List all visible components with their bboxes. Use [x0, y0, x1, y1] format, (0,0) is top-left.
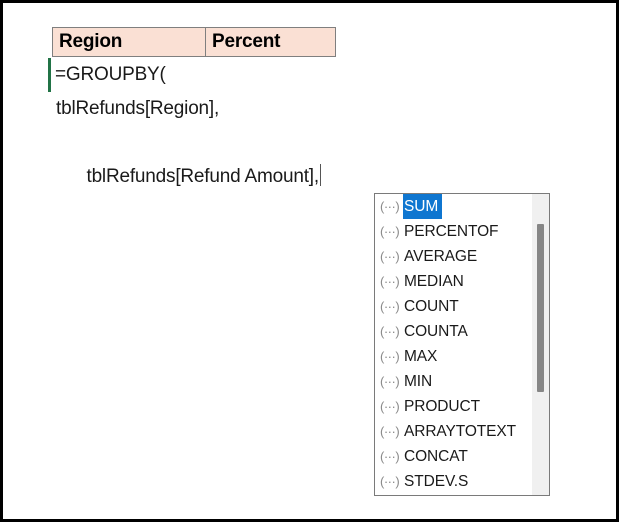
function-icon: (···)	[380, 249, 400, 264]
function-list-item-label: COUNT	[404, 298, 459, 315]
function-icon: (···)	[380, 349, 400, 364]
function-list-item[interactable]: (···) CONCAT	[375, 444, 532, 469]
function-list-item-label: PRODUCT	[404, 398, 480, 415]
formula-line-3: tblRefunds[Refund Amount],	[86, 166, 319, 187]
function-icon: (···)	[380, 424, 400, 439]
function-list-item[interactable]: (···) STDEV.S	[375, 469, 532, 494]
function-list-item-label: CONCAT	[404, 448, 468, 465]
function-icon: (···)	[380, 274, 400, 289]
function-icon: (···)	[380, 199, 400, 214]
function-list-item[interactable]: (···) SUM	[375, 194, 532, 219]
header-cell-percent-label: Percent	[212, 31, 281, 52]
function-icon: (···)	[380, 449, 400, 464]
screenshot-canvas: Region Percent =GROUPBY( tblRefunds[Regi…	[0, 0, 619, 522]
function-list-item-label: AVERAGE	[404, 248, 478, 265]
formula-editor[interactable]: =GROUPBY( tblRefunds[Region], tblRefunds…	[48, 58, 392, 228]
function-icon: (···)	[380, 474, 400, 489]
function-icon: (···)	[380, 324, 400, 339]
function-list-item[interactable]: (···) COUNTA	[375, 319, 532, 344]
function-icon: (···)	[380, 374, 400, 389]
function-list-item[interactable]: (···) AVERAGE	[375, 244, 532, 269]
function-list-item-label: MAX	[404, 348, 438, 365]
function-list-item-label: ARRAYTOTEXT	[404, 423, 517, 440]
function-list-item[interactable]: (···) MIN	[375, 369, 532, 394]
function-autocomplete-popup[interactable]: (···) SUM (···) PERCENTOF (···) AVERAGE (···) M…	[374, 193, 550, 496]
function-list-item[interactable]: (···) MEDIAN	[375, 269, 532, 294]
function-list-item-label: STDEV.S	[404, 473, 469, 490]
formula-line-2: tblRefunds[Region],	[56, 98, 220, 119]
function-icon: (···)	[380, 299, 400, 314]
function-list-item-label: MEDIAN	[404, 273, 464, 290]
function-list-item-label: MIN	[404, 373, 433, 390]
function-icon: (···)	[380, 399, 400, 414]
header-cell-region-label: Region	[59, 31, 123, 52]
function-list-item[interactable]: (···) ARRAYTOTEXT	[375, 419, 532, 444]
function-list-item-label: SUM	[403, 194, 443, 219]
function-list-item[interactable]: (···) PRODUCT	[375, 394, 532, 419]
function-icon: (···)	[380, 224, 400, 239]
function-list-item-label: PERCENTOF	[404, 223, 499, 240]
spreadsheet-header-row: Region Percent	[52, 27, 336, 57]
text-caret	[319, 164, 321, 186]
function-list[interactable]: (···) SUM (···) PERCENTOF (···) AVERAGE (···) M…	[375, 194, 532, 495]
function-list-item[interactable]: (···) COUNT	[375, 294, 532, 319]
function-list-item-label: COUNTA	[404, 323, 468, 340]
header-cell-percent[interactable]: Percent	[205, 27, 336, 57]
function-list-item[interactable]: (···) PERCENTOF	[375, 219, 532, 244]
scrollbar-thumb[interactable]	[537, 224, 544, 392]
formula-line-3-wrapper: tblRefunds[Refund Amount],	[52, 126, 392, 228]
autocomplete-scrollbar[interactable]	[532, 194, 549, 495]
header-cell-region[interactable]: Region	[52, 27, 206, 57]
function-list-item[interactable]: (···) MAX	[375, 344, 532, 369]
formula-line-1: =GROUPBY(	[48, 58, 392, 92]
